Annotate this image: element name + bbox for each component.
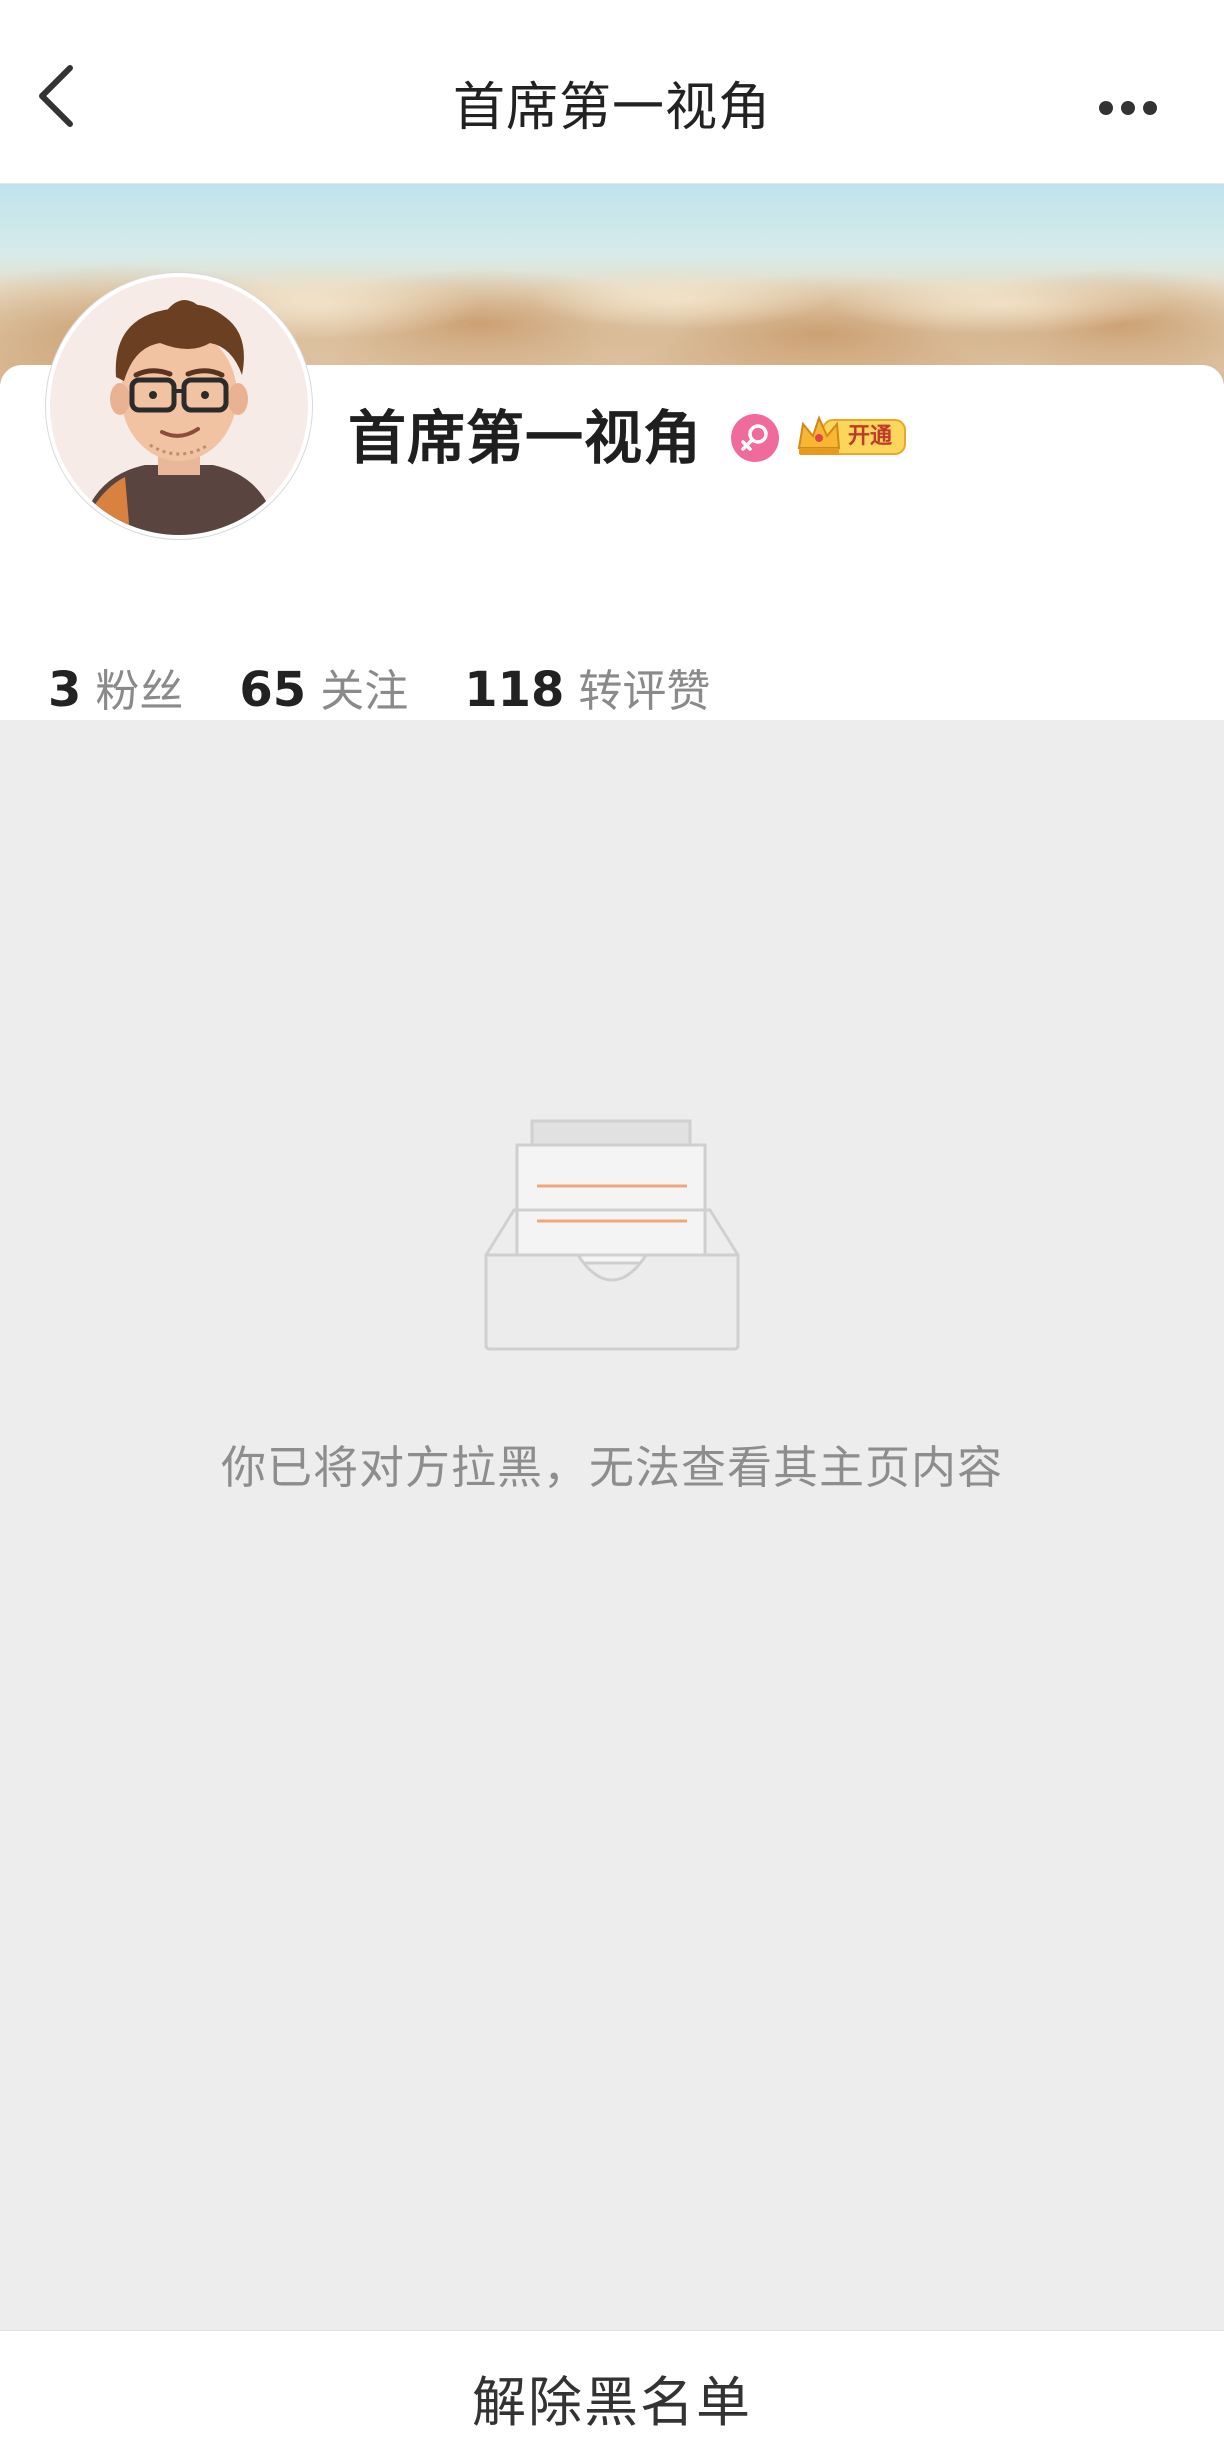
followers-count: 3 [48, 662, 82, 718]
stat-interactions[interactable]: 118 转评赞 [464, 655, 710, 719]
interactions-label: 转评赞 [578, 666, 711, 717]
following-count: 65 [239, 662, 307, 718]
following-label: 关注 [320, 666, 409, 717]
bottom-action-bar: 解除黑名单 [0, 2330, 1224, 2447]
blocked-message: 你已将对方拉黑，无法查看其主页内容 [220, 1441, 1003, 1494]
empty-inbox-icon [484, 1119, 740, 1351]
avatar-illustration [50, 277, 308, 535]
top-navigation-bar: 首席第一视角 [0, 0, 1224, 184]
more-button[interactable] [1064, 78, 1184, 138]
profile-stats: 3 粉丝 65 关注 118 转评赞 [48, 655, 766, 725]
page-title: 首席第一视角 [452, 78, 771, 138]
profile-name: 首席第一视角 [348, 404, 703, 472]
female-gender-icon [731, 414, 779, 462]
remove-from-blacklist-button[interactable]: 解除黑名单 [0, 2331, 1224, 2447]
more-horizontal-icon [1099, 101, 1157, 115]
avatar[interactable] [46, 273, 312, 539]
stat-followers[interactable]: 3 粉丝 [48, 655, 183, 719]
interactions-count: 118 [464, 662, 565, 718]
vip-open-label[interactable]: 开通 [848, 421, 892, 453]
followers-label: 粉丝 [95, 666, 184, 717]
stat-following[interactable]: 65 关注 [239, 655, 408, 719]
